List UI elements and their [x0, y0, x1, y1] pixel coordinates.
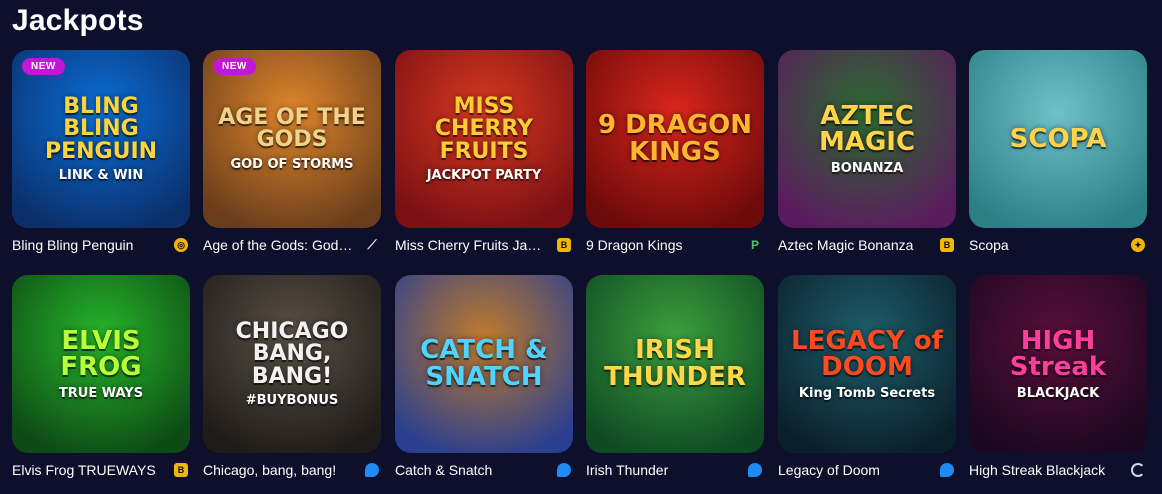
game-artwork-subtitle: BLACKJACK: [1016, 385, 1100, 401]
medal-icon: ◎: [174, 238, 188, 252]
game-card[interactable]: LEGACY of DOOM King Tomb Secrets Legacy of…: [778, 275, 956, 481]
game-meta: Miss Cherry Fruits Jackpot Party B: [395, 234, 573, 256]
game-card[interactable]: IRISH THUNDER Irish Thunder: [586, 275, 764, 481]
game-thumbnail[interactable]: BLING BLING PENGUIN LINK & WIN NEW: [12, 50, 190, 228]
game-title[interactable]: High Streak Blackjack: [969, 462, 1119, 478]
b-provider-icon: B: [557, 238, 571, 252]
game-thumbnail[interactable]: 9 DRAGON KINGS: [586, 50, 764, 228]
game-thumbnail[interactable]: AGE OF THE GODS GOD OF STORMS NEW: [203, 50, 381, 228]
game-title[interactable]: Chicago, bang, bang!: [203, 462, 353, 478]
game-artwork: SCOPA: [969, 50, 1147, 228]
game-meta: Aztec Magic Bonanza B: [778, 234, 956, 256]
game-meta: Elvis Frog TRUEWAYS B: [12, 459, 190, 481]
feather-icon: ⟋: [367, 237, 377, 252]
blue-drop-icon: [557, 463, 571, 477]
game-artwork: AGE OF THE GODS GOD OF STORMS: [203, 50, 381, 228]
game-artwork-title: MISS CHERRY FRUITS: [434, 93, 534, 164]
game-title[interactable]: Legacy of Doom: [778, 462, 928, 478]
game-card[interactable]: BLING BLING PENGUIN LINK & WIN NEW Bling Bl…: [12, 50, 190, 256]
game-thumbnail[interactable]: IRISH THUNDER: [586, 275, 764, 453]
game-title[interactable]: 9 Dragon Kings: [586, 237, 736, 253]
game-meta: Bling Bling Penguin ◎: [12, 234, 190, 256]
game-card[interactable]: AGE OF THE GODS GOD OF STORMS NEW Age of th…: [203, 50, 381, 256]
refresh-icon: [1131, 463, 1145, 477]
game-artwork-subtitle: BONANZA: [830, 160, 904, 176]
blue-drop-icon: [365, 463, 379, 477]
game-artwork: LEGACY of DOOM King Tomb Secrets: [778, 275, 956, 453]
game-artwork-title: AZTEC MAGIC: [818, 100, 916, 158]
game-thumbnail[interactable]: AZTEC MAGIC BONANZA: [778, 50, 956, 228]
game-thumbnail[interactable]: LEGACY of DOOM King Tomb Secrets: [778, 275, 956, 453]
game-card[interactable]: HIGH Streak BLACKJACK High Streak Blackjac…: [969, 275, 1147, 481]
game-card[interactable]: AZTEC MAGIC BONANZA Aztec Magic Bonanza B: [778, 50, 956, 256]
game-artwork: ELVIS FROG TRUE WAYS: [12, 275, 190, 453]
game-artwork-title: AGE OF THE GODS: [218, 104, 366, 153]
game-meta: High Streak Blackjack: [969, 459, 1147, 481]
game-artwork: IRISH THUNDER: [586, 275, 764, 453]
game-artwork: CATCH & SNATCH: [395, 275, 573, 453]
game-artwork: CHICAGO BANG, BANG! #BUYBONUS: [203, 275, 381, 453]
game-card[interactable]: MISS CHERRY FRUITS JACKPOT PARTY Miss Cher…: [395, 50, 573, 256]
new-badge: NEW: [213, 58, 256, 75]
game-title[interactable]: Catch & Snatch: [395, 462, 545, 478]
game-artwork-title: IRISH THUNDER: [604, 335, 746, 392]
game-title[interactable]: Elvis Frog TRUEWAYS: [12, 462, 162, 478]
game-artwork-subtitle: JACKPOT PARTY: [426, 168, 542, 184]
game-artwork-title: HIGH Streak: [1009, 325, 1107, 383]
game-title[interactable]: Irish Thunder: [586, 462, 736, 478]
game-artwork: BLING BLING PENGUIN LINK & WIN: [12, 50, 190, 228]
game-artwork: MISS CHERRY FRUITS JACKPOT PARTY: [395, 50, 573, 228]
game-thumbnail[interactable]: SCOPA: [969, 50, 1147, 228]
game-meta: Scopa ✦: [969, 234, 1147, 256]
game-artwork-subtitle: LINK & WIN: [58, 168, 144, 184]
b-provider-icon: B: [940, 238, 954, 252]
game-artwork-title: LEGACY of DOOM: [791, 325, 943, 383]
game-artwork-title: ELVIS FROG: [60, 325, 142, 383]
b-provider-icon: B: [174, 463, 188, 477]
game-title[interactable]: Aztec Magic Bonanza: [778, 237, 928, 253]
game-artwork-title: 9 DRAGON KINGS: [597, 110, 753, 167]
game-meta: Legacy of Doom: [778, 459, 956, 481]
game-artwork-title: SCOPA: [1009, 123, 1107, 154]
game-thumbnail[interactable]: CHICAGO BANG, BANG! #BUYBONUS: [203, 275, 381, 453]
game-card[interactable]: CHICAGO BANG, BANG! #BUYBONUS Chicago, ban…: [203, 275, 381, 481]
game-title[interactable]: Age of the Gods: God of Storms 3: [203, 237, 353, 253]
game-artwork-subtitle: #BUYBONUS: [245, 393, 339, 409]
game-artwork-subtitle: King Tomb Secrets: [798, 385, 936, 401]
game-card[interactable]: CATCH & SNATCH Catch & Snatch: [395, 275, 573, 481]
section-title: Jackpots: [12, 4, 144, 37]
game-meta: Age of the Gods: God of Storms 3 ⟋: [203, 234, 381, 256]
game-artwork-title: BLING BLING PENGUIN: [44, 93, 158, 164]
game-card[interactable]: SCOPA Scopa ✦: [969, 50, 1147, 256]
p-provider-icon: P: [750, 238, 759, 252]
game-thumbnail[interactable]: CATCH & SNATCH: [395, 275, 573, 453]
game-meta: Chicago, bang, bang!: [203, 459, 381, 481]
game-card[interactable]: ELVIS FROG TRUE WAYS Elvis Frog TRUEWAYS B: [12, 275, 190, 481]
game-artwork-subtitle: GOD OF STORMS: [230, 156, 354, 172]
game-title[interactable]: Scopa: [969, 237, 1119, 253]
game-thumbnail[interactable]: MISS CHERRY FRUITS JACKPOT PARTY: [395, 50, 573, 228]
game-thumbnail[interactable]: HIGH Streak BLACKJACK: [969, 275, 1147, 453]
game-meta: Catch & Snatch: [395, 459, 573, 481]
blue-drop-icon: [748, 463, 762, 477]
flame-icon: ✦: [1131, 238, 1145, 252]
game-meta: 9 Dragon Kings P: [586, 234, 764, 256]
game-artwork-title: CATCH & SNATCH: [420, 335, 548, 392]
game-artwork: AZTEC MAGIC BONANZA: [778, 50, 956, 228]
game-meta: Irish Thunder: [586, 459, 764, 481]
game-title[interactable]: Miss Cherry Fruits Jackpot Party: [395, 237, 545, 253]
game-artwork-title: CHICAGO BANG, BANG!: [235, 318, 349, 389]
game-artwork: 9 DRAGON KINGS: [586, 50, 764, 228]
game-card[interactable]: 9 DRAGON KINGS 9 Dragon Kings P: [586, 50, 764, 256]
game-artwork-subtitle: TRUE WAYS: [58, 385, 144, 401]
game-artwork: HIGH Streak BLACKJACK: [969, 275, 1147, 453]
game-thumbnail[interactable]: ELVIS FROG TRUE WAYS: [12, 275, 190, 453]
blue-drop-icon: [940, 463, 954, 477]
game-title[interactable]: Bling Bling Penguin: [12, 237, 162, 253]
new-badge: NEW: [22, 58, 65, 75]
